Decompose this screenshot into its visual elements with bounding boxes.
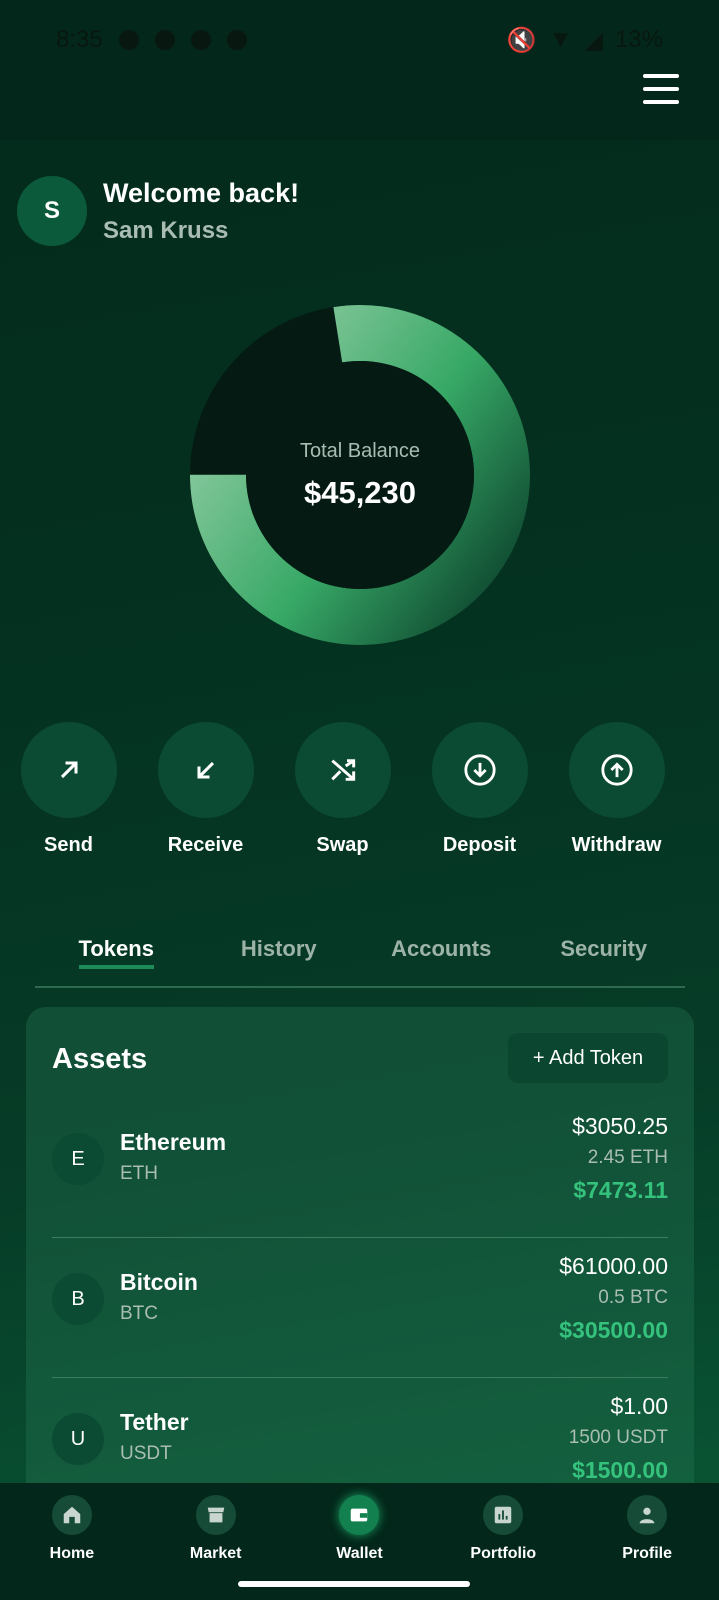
signal-icon: ◢ — [584, 26, 603, 54]
token-symbol: USDT — [120, 1443, 172, 1464]
withdraw-label: Withdraw — [571, 834, 662, 856]
swap-button[interactable]: Swap — [274, 722, 411, 857]
menu-button[interactable] — [643, 74, 679, 104]
list-item[interactable]: B Bitcoin BTC $61000.00 0.5 BTC $30500.0… — [52, 1235, 668, 1375]
assets-card: Assets + Add Token E Ethereum ETH $3050.… — [26, 1007, 694, 1527]
token-total: $7473.11 — [573, 1177, 668, 1203]
circle-arrow-down-icon — [463, 754, 496, 786]
send-label: Send — [44, 834, 93, 856]
token-total: $30500.00 — [559, 1317, 668, 1343]
token-icon: B — [52, 1273, 104, 1325]
arrow-up-right-icon — [60, 761, 78, 779]
home-indicator — [238, 1581, 470, 1587]
wifi-icon: ▼ — [548, 26, 573, 53]
token-price: $3050.25 — [572, 1113, 668, 1139]
status-time: 8:35 — [56, 26, 103, 53]
nav-home[interactable]: Home — [0, 1483, 144, 1600]
bar-chart-icon — [483, 1495, 524, 1535]
welcome-section: S Welcome back! Sam Kruss — [17, 176, 299, 246]
token-icon: E — [52, 1133, 104, 1185]
shuffle-icon — [330, 759, 355, 781]
wallet-icon-svg — [351, 1508, 368, 1522]
receive-button[interactable]: Receive — [137, 722, 274, 857]
nav-portfolio-label: Portfolio — [470, 1545, 537, 1562]
tab-bar: Tokens History Accounts Security — [35, 930, 685, 988]
hamburger-icon — [643, 74, 679, 78]
nav-market-label: Market — [189, 1545, 242, 1562]
token-amount: 2.45 ETH — [587, 1147, 668, 1168]
token-price: $1.00 — [610, 1393, 668, 1419]
tab-accounts-label: Accounts — [391, 936, 492, 961]
welcome-text: Welcome back! Sam Kruss — [103, 178, 299, 245]
receive-label: Receive — [167, 834, 244, 856]
home-icon-svg — [63, 1506, 81, 1524]
snapchat-icon — [190, 30, 211, 50]
balance-value: $45,230 — [303, 474, 417, 510]
person-icon — [627, 1495, 668, 1535]
token-price: $61000.00 — [559, 1253, 668, 1279]
tab-history-label: History — [240, 936, 317, 961]
deposit-label: Deposit — [442, 834, 517, 856]
snapchat-icon — [154, 30, 175, 50]
token-symbol: ETH — [120, 1163, 158, 1184]
tab-security-label: Security — [560, 936, 648, 961]
user-name: Sam Kruss — [103, 216, 229, 244]
token-name: Tether — [120, 1409, 189, 1435]
token-name: Ethereum — [120, 1129, 227, 1155]
token-icon: U — [52, 1413, 104, 1465]
balance-center: Total Balance $45,230 — [185, 300, 535, 650]
tab-tokens-label: Tokens — [78, 936, 154, 969]
circle-arrow-up-icon — [600, 754, 633, 786]
arrow-down-left-icon — [196, 761, 214, 779]
token-name: Bitcoin — [120, 1269, 198, 1295]
list-item[interactable]: E Ethereum ETH $3050.25 2.45 ETH $7473.1… — [52, 1095, 668, 1235]
send-button[interactable]: Send — [0, 722, 137, 857]
deposit-circle[interactable] — [431, 722, 528, 818]
wallet-icon — [339, 1495, 380, 1535]
withdraw-circle[interactable] — [568, 722, 665, 818]
nav-profile[interactable]: Profile — [575, 1483, 719, 1600]
status-left: 8:35 — [56, 26, 247, 54]
assets-title: Assets — [52, 1043, 148, 1075]
balance-label: Total Balance — [299, 439, 421, 462]
tab-history[interactable]: History — [198, 930, 361, 986]
avatar[interactable]: S — [17, 176, 87, 246]
withdraw-button[interactable]: Withdraw — [548, 722, 685, 857]
telegram-icon — [118, 30, 139, 50]
tab-accounts[interactable]: Accounts — [360, 930, 523, 986]
nav-profile-label: Profile — [622, 1545, 672, 1562]
home-icon — [51, 1495, 92, 1535]
add-token-button[interactable]: + Add Token — [508, 1033, 668, 1083]
store-icon — [195, 1495, 236, 1535]
tab-security[interactable]: Security — [523, 930, 686, 986]
mute-icon: 🔇 — [506, 26, 537, 54]
send-circle[interactable] — [20, 722, 117, 818]
nav-home-label: Home — [49, 1545, 95, 1562]
swap-circle[interactable] — [294, 722, 391, 818]
receive-circle[interactable] — [157, 722, 254, 818]
snapchat-icon — [226, 30, 247, 50]
status-right: 🔇 ▼ ◢ 13% — [507, 26, 663, 55]
token-amount: 0.5 BTC — [598, 1287, 668, 1308]
bar-chart-icon-svg — [495, 1506, 512, 1524]
action-row: Send Receive Swap Deposit Withdraw — [0, 722, 719, 857]
header-bar — [0, 56, 719, 140]
token-total: $1500.00 — [572, 1457, 668, 1483]
nav-wallet-label: Wallet — [336, 1545, 383, 1562]
greeting: Welcome back! — [103, 177, 300, 208]
token-amount: 1500 USDT — [568, 1427, 668, 1448]
person-icon-svg — [639, 1507, 655, 1524]
store-icon-svg — [207, 1507, 224, 1523]
battery-value: 13% — [614, 26, 663, 53]
swap-label: Swap — [316, 834, 369, 856]
tab-tokens[interactable]: Tokens — [35, 930, 198, 986]
token-symbol: BTC — [120, 1303, 158, 1324]
deposit-button[interactable]: Deposit — [411, 722, 548, 857]
